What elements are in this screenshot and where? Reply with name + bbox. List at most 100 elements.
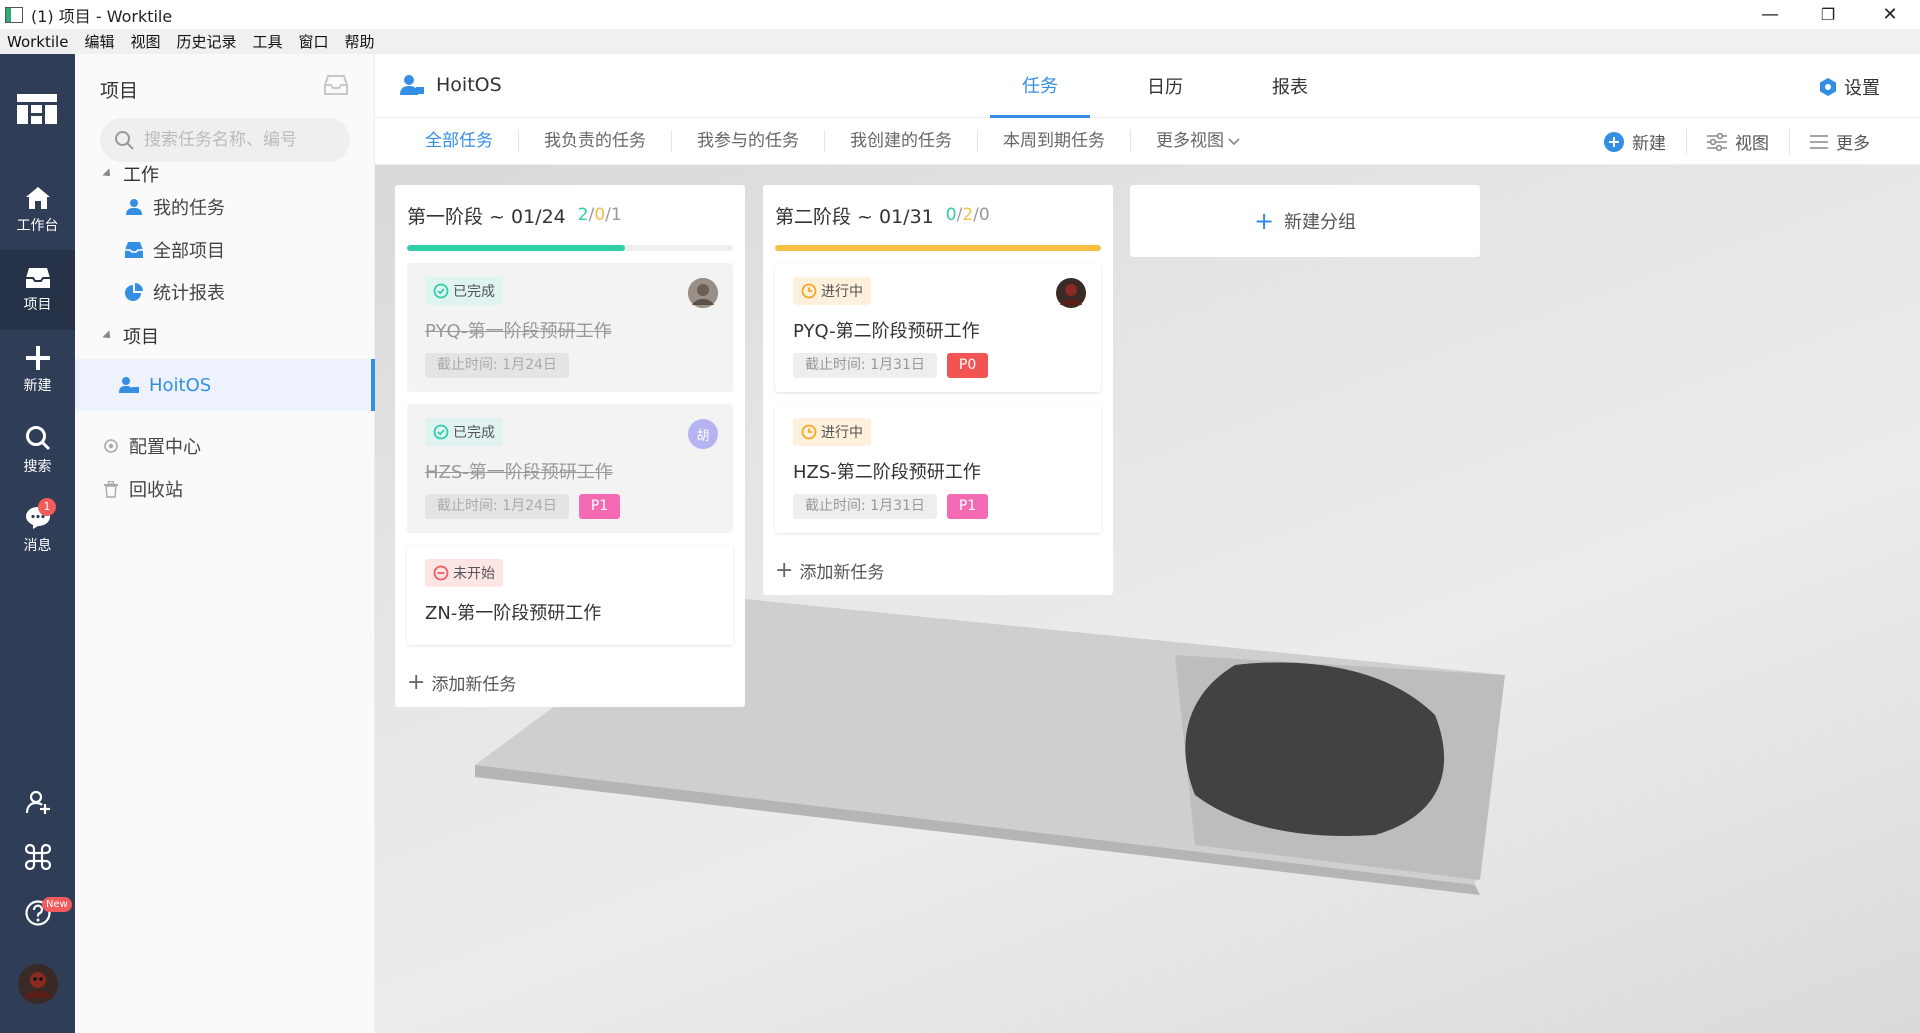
add-task-label: 添加新任务: [431, 674, 517, 695]
task-card[interactable]: 未开始 ZN-第一阶段预研工作: [407, 545, 733, 645]
task-card[interactable]: 已完成 HZS-第一阶段预研工作 截止时间: 1月24日 P1 胡: [407, 404, 733, 533]
sidebar-item-reports[interactable]: 统计报表: [75, 266, 375, 318]
close-button[interactable]: ✕: [1862, 0, 1918, 29]
task-title: PYQ-第二阶段预研工作: [793, 321, 980, 342]
priority-badge: P1: [946, 494, 989, 519]
view-more-views[interactable]: 更多视图: [1131, 130, 1265, 152]
add-task-button[interactable]: + 添加新任务: [763, 545, 1113, 595]
task-meta: 截止时间: 1月24日 P1: [425, 494, 715, 519]
invite-member-button[interactable]: [0, 789, 75, 815]
menu-edit[interactable]: 编辑: [76, 31, 122, 52]
rail-item-label: 工作台: [16, 217, 59, 234]
assignee-avatar[interactable]: 胡: [688, 419, 718, 449]
sidebar-item-config[interactable]: 配置中心: [75, 426, 375, 466]
assignee-avatar[interactable]: [1056, 278, 1086, 308]
view-settings-button[interactable]: 视图: [1686, 129, 1789, 154]
status-label: 已完成: [453, 284, 495, 300]
rail-item-label: 项目: [23, 296, 52, 313]
project-sidebar: 项目 工作 我的任务 全部项目 统计报表 项目 HoitOS 配置中心 回收站: [75, 54, 375, 1033]
due-date: 截止时间: 1月31日: [793, 353, 937, 378]
more-label: 更多: [1836, 134, 1870, 154]
view-tools: 新建 视图 更多: [1584, 118, 1890, 165]
tab-reports[interactable]: 报表: [1240, 54, 1340, 118]
task-card[interactable]: 已完成 PYQ-第一阶段预研工作 截止时间: 1月24日: [407, 263, 733, 392]
rail-item-projects[interactable]: 项目: [0, 250, 75, 330]
view-due-this-week[interactable]: 本周到期任务: [978, 130, 1131, 152]
count-todo: 1: [610, 205, 622, 225]
task-card[interactable]: 进行中 PYQ-第二阶段预研工作 截止时间: 1月31日 P0: [775, 263, 1101, 392]
new-task-button[interactable]: 新建: [1584, 129, 1686, 154]
plus-icon: +: [1253, 207, 1275, 235]
worktile-logo-icon[interactable]: [17, 94, 57, 124]
tab-calendar[interactable]: 日历: [1115, 54, 1215, 118]
menu-history[interactable]: 历史记录: [168, 31, 244, 52]
rail-item-new[interactable]: 新建: [0, 330, 75, 410]
more-button[interactable]: 更多: [1789, 129, 1890, 154]
task-counts: 2/0/1: [578, 205, 622, 225]
status-badge: 已完成: [425, 418, 503, 446]
view-toolbar: 全部任务 我负责的任务 我参与的任务 我创建的任务 本周到期任务 更多视图 新建…: [375, 118, 1920, 165]
sidebar-item-label: 回收站: [129, 480, 183, 501]
view-created[interactable]: 我创建的任务: [825, 130, 978, 152]
sidebar-title: 项目: [100, 80, 139, 102]
group-projects-label: 项目: [123, 327, 159, 348]
add-user-icon: [25, 790, 50, 814]
column-title: 第二阶段 ~ 01/31: [775, 205, 934, 228]
rail-item-messages[interactable]: 消息 1: [0, 490, 75, 570]
status-badge: 进行中: [793, 418, 871, 446]
progress-bar: [775, 245, 1101, 251]
menu-help[interactable]: 帮助: [337, 31, 383, 52]
gear-icon: [1820, 78, 1836, 96]
team-icon: [400, 75, 424, 95]
menu-view[interactable]: 视图: [122, 31, 168, 52]
task-title: HZS-第二阶段预研工作: [793, 462, 981, 483]
window-title: (1) 项目 - Worktile: [31, 6, 173, 26]
view-participated[interactable]: 我参与的任务: [672, 130, 825, 152]
avatar-photo: [688, 278, 718, 308]
assignee-avatar[interactable]: [688, 278, 718, 308]
minimize-button[interactable]: —: [1742, 0, 1798, 29]
count-doing: 0: [594, 205, 606, 225]
view-all-tasks[interactable]: 全部任务: [375, 130, 519, 152]
task-counts: 0/2/0: [946, 205, 990, 225]
view-my-responsible[interactable]: 我负责的任务: [519, 130, 672, 152]
avatar: [17, 964, 58, 1004]
new-group-button[interactable]: + 新建分组: [1130, 185, 1480, 257]
due-date: 截止时间: 1月24日: [425, 494, 569, 519]
sidebar-item-hoitos[interactable]: HoitOS: [75, 359, 375, 411]
rail-item-search[interactable]: 搜索: [0, 410, 75, 490]
team-icon: [119, 377, 139, 393]
progress-fill: [775, 245, 1101, 251]
tab-tasks[interactable]: 任务: [990, 54, 1090, 118]
help-button[interactable]: New: [0, 897, 75, 927]
progress-bar: [407, 245, 733, 251]
menu-window[interactable]: 窗口: [291, 31, 337, 52]
settings-button[interactable]: 设置: [1818, 74, 1880, 100]
menu-bar: Worktile 编辑 视图 历史记录 工具 窗口 帮助: [0, 29, 1920, 54]
plus-icon: +: [407, 669, 426, 695]
apps-button[interactable]: [0, 844, 75, 870]
column-title: 第一阶段 ~ 01/24: [407, 205, 566, 228]
due-date: 截止时间: 1月24日: [425, 353, 569, 378]
status-badge: 未开始: [425, 559, 503, 587]
search-input[interactable]: [144, 130, 344, 150]
list-icon: [1810, 134, 1828, 149]
sidebar-item-trash[interactable]: 回收站: [75, 469, 375, 509]
task-meta: 截止时间: 1月24日: [425, 353, 715, 378]
sidebar-item-label: 统计报表: [153, 283, 225, 304]
restore-button[interactable]: ❐: [1800, 0, 1856, 29]
task-card[interactable]: 进行中 HZS-第二阶段预研工作 截止时间: 1月31日 P1: [775, 404, 1101, 533]
menu-worktile[interactable]: Worktile: [0, 33, 76, 51]
user-avatar[interactable]: [0, 964, 75, 1004]
add-task-button[interactable]: + 添加新任务: [395, 657, 745, 707]
status-badge: 已完成: [425, 277, 503, 305]
rail-item-workbench[interactable]: 工作台: [0, 170, 75, 250]
archive-inbox-icon[interactable]: [323, 74, 349, 96]
status-badge: 进行中: [793, 277, 871, 305]
group-projects-toggle[interactable]: 项目: [102, 316, 159, 356]
command-icon: [24, 844, 51, 870]
gear-icon: [104, 439, 118, 453]
search-icon: [115, 131, 134, 150]
menu-tools[interactable]: 工具: [244, 31, 290, 52]
clock-icon: [801, 424, 817, 440]
